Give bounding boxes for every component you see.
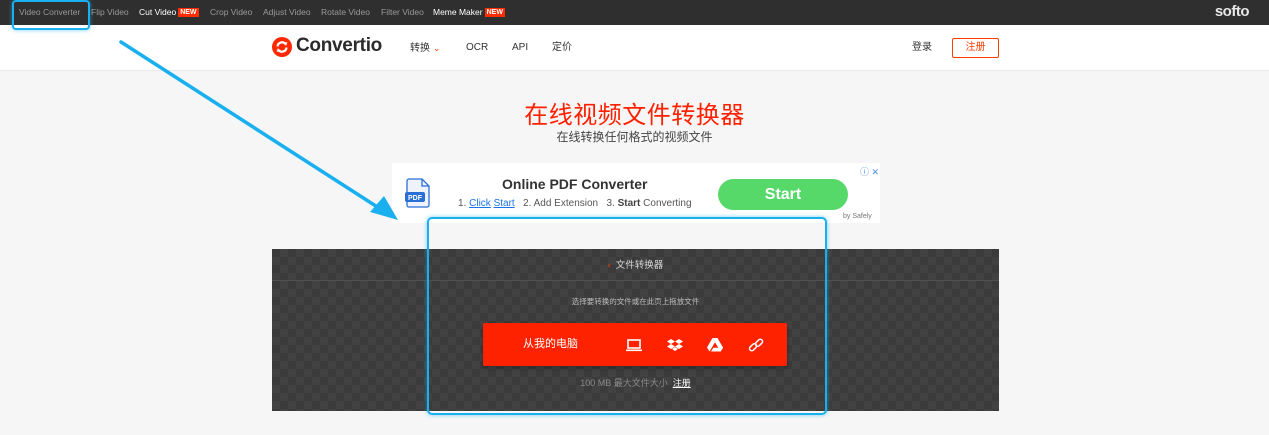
annotation-arrow-icon: [119, 40, 398, 220]
page: Video Converter Flip Video Cut Video NEW …: [0, 0, 1269, 435]
